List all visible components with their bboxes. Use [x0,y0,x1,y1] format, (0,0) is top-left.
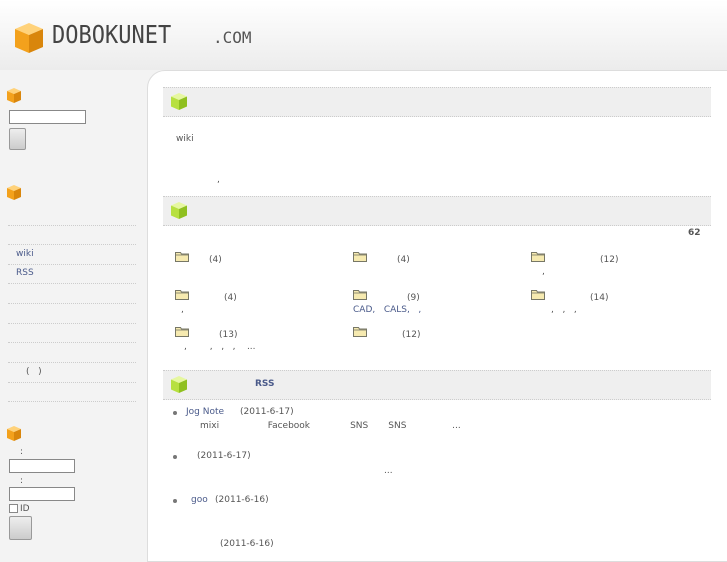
category-count: (9) [407,293,420,303]
login-label-1: : [20,447,24,457]
bullet-icon [173,455,177,459]
category-count: (4) [224,293,237,303]
section-header-intro [163,87,711,117]
green-cube-icon [171,376,187,393]
divider [8,401,136,402]
rss-entry-link[interactable]: goo [191,495,208,505]
sidebar: wiki RSS ( ) : : ID [0,70,145,545]
intro-wiki-text: wiki [176,134,194,144]
category-count: (12) [402,330,421,340]
rss-entry-date: (2011-6-17) [197,451,251,461]
section-cube-icon [7,88,21,103]
divider [8,283,136,284]
folder-icon [531,252,545,262]
divider [8,244,136,245]
divider [8,362,136,363]
search-input[interactable] [9,110,86,124]
login-button[interactable] [9,516,32,540]
category-sub[interactable]: CAD, CALS, , [353,305,421,315]
green-cube-icon [171,93,187,110]
sidebar-link-wiki[interactable]: wiki [16,249,34,259]
logo-suffix: .COM [213,28,252,47]
category-count: (12) [600,255,619,265]
divider [8,382,136,383]
password-input[interactable] [9,487,75,501]
rss-entry-date: (2011-6-17) [240,407,294,417]
remember-id-checkbox[interactable] [9,504,18,513]
category-count: (13) [219,330,238,340]
rss-section-title: RSS [255,379,275,389]
category-sub: , , , , ... [184,342,256,352]
site-header: DOBOKUNET .COM [0,0,727,70]
section-header-categories [163,196,711,226]
rss-entry-desc: ... [384,466,393,476]
green-cube-icon [171,202,187,219]
username-input[interactable] [9,459,75,473]
category-total: 62 [688,228,701,238]
sidebar-paren-item[interactable]: ( ) [26,367,42,377]
category-count: (4) [209,255,222,265]
folder-icon [353,290,367,300]
section-header-rss: RSS [163,370,711,400]
divider [8,264,136,265]
rss-entry-link[interactable]: Jog Note [186,407,224,417]
logo-cube-icon [15,23,43,53]
category-sub: , [181,305,184,315]
folder-icon [531,290,545,300]
bullet-icon [173,411,177,415]
category-count: (4) [397,255,410,265]
search-button[interactable] [9,128,26,150]
login-label-2: : [20,476,24,486]
rss-entry-desc: mixi Facebook SNS SNS ... [200,421,461,431]
divider [8,225,136,226]
remember-id-label: ID [20,504,30,514]
folder-icon [353,327,367,337]
folder-icon [175,290,189,300]
divider [8,342,136,343]
category-count: (14) [590,293,609,303]
section-cube-icon [7,185,21,200]
login-cube-icon [7,426,21,441]
rss-entry-date: (2011-6-16) [215,495,269,505]
rss-entry-date: (2011-6-16) [220,539,274,549]
folder-icon [175,327,189,337]
sidebar-link-rss[interactable]: RSS [16,268,34,278]
divider [8,323,136,324]
main-panel: wiki , 62 (4) (4) (12) , (4) , (9) CAD, … [147,70,727,562]
category-sub: , , , [551,305,577,315]
folder-icon [175,252,189,262]
folder-icon [353,252,367,262]
intro-punct: , [217,175,220,185]
logo-text[interactable]: DOBOKUNET [52,20,171,49]
divider [8,303,136,304]
category-sub: , [542,267,545,277]
bullet-icon [173,499,177,503]
